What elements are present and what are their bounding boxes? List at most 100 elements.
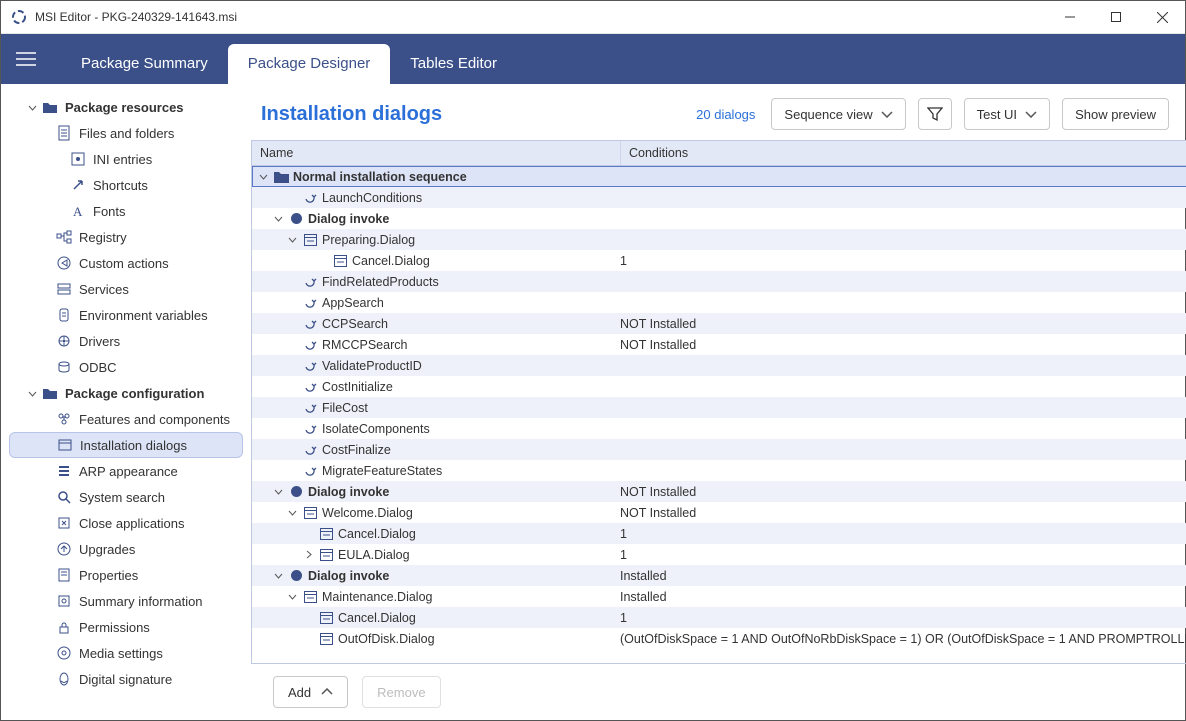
- table-row[interactable]: Dialog invokeNOT Installed: [252, 481, 1186, 502]
- row-label: Cancel.Dialog: [352, 254, 430, 268]
- table-row[interactable]: Dialog invoke: [252, 208, 1186, 229]
- minimize-button[interactable]: [1047, 1, 1093, 33]
- page-title: Installation dialogs: [261, 103, 684, 126]
- sidebar-item-registry[interactable]: Registry: [9, 224, 243, 250]
- sidebar-item-permissions[interactable]: Permissions: [9, 614, 243, 640]
- sidebar-item-files-and-folders[interactable]: Files and folders: [9, 120, 243, 146]
- sidebar-group-package-configuration[interactable]: Package configuration: [9, 380, 243, 406]
- maximize-button[interactable]: [1093, 1, 1139, 33]
- sidebar-item-environment-variables[interactable]: Environment variables: [9, 302, 243, 328]
- expand-icon[interactable]: [257, 172, 269, 181]
- sidebar-item-shortcuts[interactable]: Shortcuts: [9, 172, 243, 198]
- table-row[interactable]: Cancel.Dialog1: [252, 250, 1186, 271]
- expand-icon[interactable]: [286, 508, 298, 517]
- remove-button[interactable]: Remove: [362, 676, 440, 708]
- window-title: MSI Editor - PKG-240329-141643.msi: [35, 10, 1047, 24]
- sidebar-item-fonts[interactable]: AFonts: [9, 198, 243, 224]
- expand-icon[interactable]: [272, 487, 284, 496]
- expand-icon[interactable]: [286, 235, 298, 244]
- sidebar-item-label: Summary information: [79, 594, 203, 609]
- sidebar-item-label: ODBC: [79, 360, 117, 375]
- row-label: Preparing.Dialog: [322, 233, 415, 247]
- row-label: RMCCPSearch: [322, 338, 407, 352]
- env-icon: [55, 308, 73, 322]
- registry-icon: [55, 230, 73, 244]
- table-row[interactable]: CCPSearchNOT Installed: [252, 313, 1186, 334]
- sidebar-item-custom-actions[interactable]: Custom actions: [9, 250, 243, 276]
- sidebar-item-digital-signature[interactable]: Digital signature: [9, 666, 243, 692]
- table-row[interactable]: CostInitialize: [252, 376, 1186, 397]
- table-row[interactable]: LaunchConditions: [252, 187, 1186, 208]
- view-mode-dropdown[interactable]: Sequence view: [771, 98, 905, 130]
- table-row[interactable]: ValidateProductID: [252, 355, 1186, 376]
- close-button[interactable]: [1139, 1, 1185, 33]
- chevron-down-icon: [1025, 110, 1037, 118]
- menu-button[interactable]: [1, 34, 51, 84]
- show-preview-button[interactable]: Show preview: [1062, 98, 1169, 130]
- sidebar-group-label: Package configuration: [65, 386, 204, 401]
- summary-icon: [55, 594, 73, 608]
- sidebar-item-installation-dialogs[interactable]: Installation dialogs: [9, 432, 243, 458]
- filter-button[interactable]: [918, 98, 952, 130]
- expand-icon[interactable]: [286, 592, 298, 601]
- table-row[interactable]: EULA.Dialog1: [252, 544, 1186, 565]
- sidebar-item-drivers[interactable]: Drivers: [9, 328, 243, 354]
- sidebar-group-package-resources[interactable]: Package resources: [9, 94, 243, 120]
- expand-icon[interactable]: [272, 214, 284, 223]
- expand-icon[interactable]: [272, 571, 284, 580]
- row-label: FileCost: [322, 401, 368, 415]
- app-bar: Package SummaryPackage DesignerTables Ed…: [1, 34, 1185, 84]
- dot-icon: [288, 485, 304, 498]
- row-condition: NOT Installed: [612, 334, 1186, 355]
- sidebar-item-summary-information[interactable]: Summary information: [9, 588, 243, 614]
- table-row[interactable]: Maintenance.DialogInstalled: [252, 586, 1186, 607]
- table-row[interactable]: Cancel.Dialog1: [252, 523, 1186, 544]
- sidebar-item-label: Files and folders: [79, 126, 174, 141]
- tab-package-summary[interactable]: Package Summary: [61, 44, 228, 84]
- folder-solid-icon: [273, 170, 289, 183]
- perm-icon: [55, 620, 73, 634]
- table-row[interactable]: RMCCPSearch NOT Installed: [252, 334, 1186, 355]
- sidebar-item-upgrades[interactable]: Upgrades: [9, 536, 243, 562]
- table-row[interactable]: CostFinalize: [252, 439, 1186, 460]
- column-header-conditions[interactable]: Conditions: [621, 141, 1186, 165]
- table-row[interactable]: IsolateComponents: [252, 418, 1186, 439]
- sidebar-item-system-search[interactable]: System search: [9, 484, 243, 510]
- table-row[interactable]: Dialog invokeInstalled: [252, 565, 1186, 586]
- test-ui-button[interactable]: Test UI: [964, 98, 1050, 130]
- row-label: Maintenance.Dialog: [322, 590, 433, 604]
- row-condition: [612, 271, 1186, 292]
- sidebar-item-media-settings[interactable]: Media settings: [9, 640, 243, 666]
- sidebar-item-properties[interactable]: Properties: [9, 562, 243, 588]
- expand-icon[interactable]: [302, 550, 314, 559]
- add-button[interactable]: Add: [273, 676, 348, 708]
- table-row[interactable]: Welcome.DialogNOT Installed: [252, 502, 1186, 523]
- row-label: Cancel.Dialog: [338, 611, 416, 625]
- row-label: CostInitialize: [322, 380, 393, 394]
- sidebar-item-services[interactable]: Services: [9, 276, 243, 302]
- table-row[interactable]: AppSearch: [252, 292, 1186, 313]
- table-row[interactable]: FindRelatedProducts: [252, 271, 1186, 292]
- sidebar-item-label: System search: [79, 490, 165, 505]
- table-row[interactable]: FileCost: [252, 397, 1186, 418]
- add-button-label: Add: [288, 685, 311, 700]
- sidebar-item-ini-entries[interactable]: INI entries: [9, 146, 243, 172]
- column-header-name[interactable]: Name: [252, 141, 621, 165]
- table-row[interactable]: Preparing.Dialog: [252, 229, 1186, 250]
- table-row[interactable]: Normal installation sequence: [252, 166, 1186, 187]
- sidebar-item-close-applications[interactable]: Close applications: [9, 510, 243, 536]
- dialog-count: 20 dialogs: [696, 107, 755, 122]
- table-row[interactable]: Cancel.Dialog1: [252, 607, 1186, 628]
- loop-icon: [302, 422, 318, 435]
- sidebar-item-odbc[interactable]: ODBC: [9, 354, 243, 380]
- row-condition: NOT Installed: [612, 313, 1186, 334]
- tab-package-designer[interactable]: Package Designer: [228, 44, 391, 84]
- sidebar-item-features-and-components[interactable]: Features and components: [9, 406, 243, 432]
- sidebar-item-label: Permissions: [79, 620, 150, 635]
- sidebar-item-arp-appearance[interactable]: ARP appearance: [9, 458, 243, 484]
- table-row[interactable]: MigrateFeatureStates: [252, 460, 1186, 481]
- tab-tables-editor[interactable]: Tables Editor: [390, 44, 517, 84]
- loop-icon: [302, 338, 318, 351]
- table-row[interactable]: OutOfDisk.Dialog(OutOfDiskSpace = 1 AND …: [252, 628, 1186, 649]
- sidebar-item-label: Drivers: [79, 334, 120, 349]
